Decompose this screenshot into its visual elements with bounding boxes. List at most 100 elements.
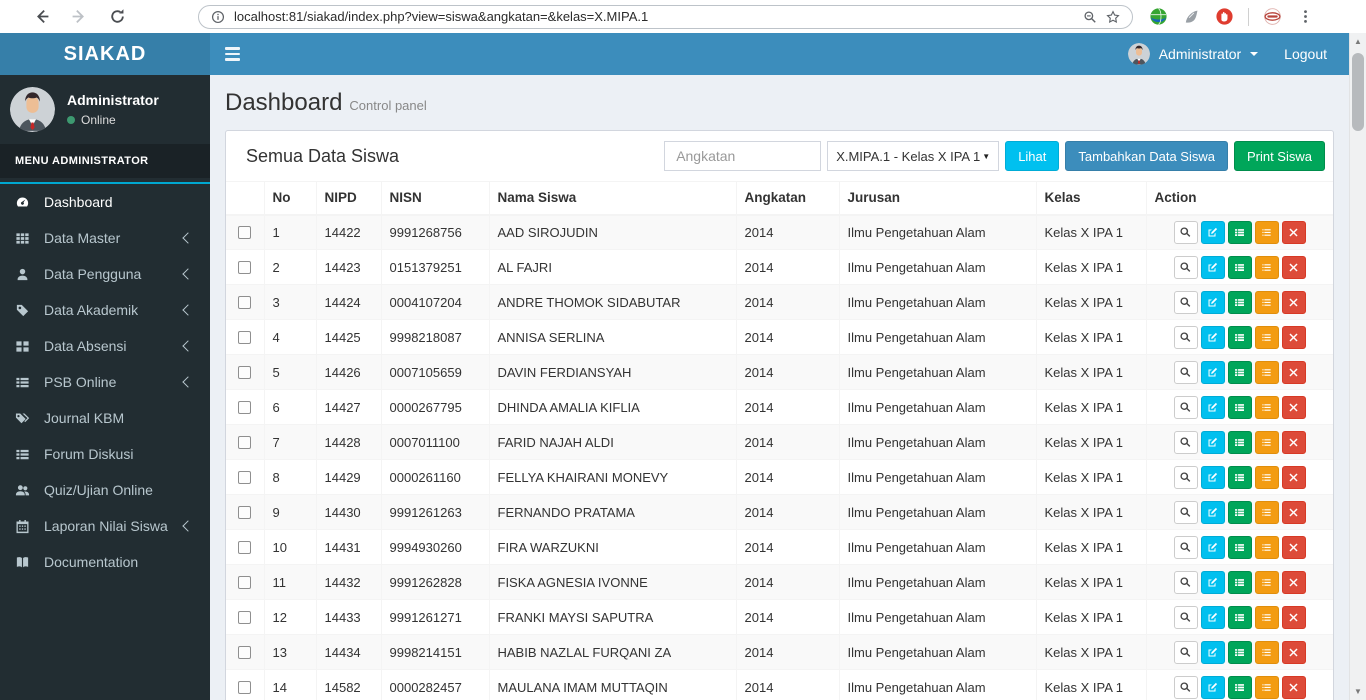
kelas-select[interactable]: X.MIPA.1 - Kelas X IPA 1 ▼ — [827, 141, 1000, 171]
delete-button[interactable] — [1281, 465, 1306, 489]
detail-button[interactable] — [1227, 465, 1252, 489]
report-button[interactable] — [1254, 255, 1279, 279]
delete-button[interactable] — [1281, 325, 1306, 349]
edit-button[interactable] — [1200, 325, 1225, 349]
delete-button[interactable] — [1281, 255, 1306, 279]
window-scrollbar[interactable]: ▲ ▼ — [1349, 33, 1366, 700]
delete-button[interactable] — [1281, 535, 1306, 559]
brand-logo[interactable]: SIAKAD — [0, 33, 210, 75]
report-button[interactable] — [1254, 535, 1279, 559]
delete-button[interactable] — [1281, 570, 1306, 594]
address-bar[interactable]: localhost:81/siakad/index.php?view=siswa… — [198, 4, 1133, 29]
view-button[interactable] — [1173, 395, 1198, 419]
row-checkbox[interactable] — [238, 295, 252, 309]
scrollbar-thumb[interactable] — [1352, 53, 1364, 131]
delete-button[interactable] — [1281, 395, 1306, 419]
row-checkbox[interactable] — [238, 330, 252, 344]
browser-menu-icon[interactable] — [1296, 7, 1315, 26]
delete-button[interactable] — [1281, 290, 1306, 314]
report-button[interactable] — [1254, 500, 1279, 524]
report-button[interactable] — [1254, 570, 1279, 594]
detail-button[interactable] — [1227, 675, 1252, 699]
report-button[interactable] — [1254, 605, 1279, 629]
report-button[interactable] — [1254, 325, 1279, 349]
browser-back-button[interactable] — [22, 3, 60, 31]
view-button[interactable] — [1173, 430, 1198, 454]
delete-button[interactable] — [1281, 430, 1306, 454]
view-button[interactable] — [1173, 290, 1198, 314]
view-button[interactable] — [1173, 465, 1198, 489]
view-button[interactable] — [1173, 325, 1198, 349]
browser-forward-button[interactable] — [60, 3, 98, 31]
scroll-down-icon[interactable]: ▼ — [1350, 683, 1366, 700]
sidebar-item-quiz-ujian-online[interactable]: Quiz/Ujian Online — [0, 472, 210, 508]
row-checkbox[interactable] — [238, 400, 252, 414]
edit-button[interactable] — [1200, 605, 1225, 629]
view-button[interactable] — [1173, 570, 1198, 594]
detail-button[interactable] — [1227, 535, 1252, 559]
user-dropdown[interactable]: Administrator — [1127, 43, 1259, 65]
row-checkbox[interactable] — [238, 680, 252, 694]
row-checkbox[interactable] — [238, 540, 252, 554]
bookmark-star-icon[interactable] — [1106, 9, 1120, 24]
view-button[interactable] — [1173, 255, 1198, 279]
print-siswa-button[interactable]: Print Siswa — [1233, 141, 1325, 171]
delete-button[interactable] — [1281, 640, 1306, 664]
edit-button[interactable] — [1200, 395, 1225, 419]
row-checkbox[interactable] — [238, 645, 252, 659]
sidebar-toggle-icon[interactable] — [210, 33, 254, 75]
lihat-button[interactable]: Lihat — [1005, 141, 1060, 171]
delete-button[interactable] — [1281, 500, 1306, 524]
sidebar-item-data-pengguna[interactable]: Data Pengguna — [0, 256, 210, 292]
sidebar-item-data-master[interactable]: Data Master — [0, 220, 210, 256]
edit-button[interactable] — [1200, 535, 1225, 559]
sidebar-item-dashboard[interactable]: Dashboard — [0, 184, 210, 220]
view-button[interactable] — [1173, 675, 1198, 699]
zoom-out-icon[interactable] — [1083, 10, 1097, 24]
row-checkbox[interactable] — [238, 225, 252, 239]
sidebar-item-documentation[interactable]: Documentation — [0, 544, 210, 580]
edit-button[interactable] — [1200, 465, 1225, 489]
detail-button[interactable] — [1227, 220, 1252, 244]
scroll-up-icon[interactable]: ▲ — [1350, 33, 1366, 50]
browser-refresh-button[interactable] — [98, 3, 136, 31]
detail-button[interactable] — [1227, 430, 1252, 454]
delete-button[interactable] — [1281, 220, 1306, 244]
report-button[interactable] — [1254, 290, 1279, 314]
angkatan-input[interactable] — [664, 141, 822, 171]
row-checkbox[interactable] — [238, 610, 252, 624]
edit-button[interactable] — [1200, 675, 1225, 699]
detail-button[interactable] — [1227, 570, 1252, 594]
tambah-data-siswa-button[interactable]: Tambahkan Data Siswa — [1065, 141, 1228, 171]
row-checkbox[interactable] — [238, 505, 252, 519]
edit-button[interactable] — [1200, 255, 1225, 279]
sidebar-item-data-akademik[interactable]: Data Akademik — [0, 292, 210, 328]
row-checkbox[interactable] — [238, 435, 252, 449]
report-button[interactable] — [1254, 220, 1279, 244]
edit-button[interactable] — [1200, 640, 1225, 664]
idm-extension-icon[interactable] — [1149, 7, 1168, 26]
report-button[interactable] — [1254, 465, 1279, 489]
report-button[interactable] — [1254, 360, 1279, 384]
row-checkbox[interactable] — [238, 575, 252, 589]
view-button[interactable] — [1173, 640, 1198, 664]
adblock-hand-icon[interactable] — [1215, 7, 1234, 26]
report-button[interactable] — [1254, 395, 1279, 419]
sidebar-item-laporan-nilai-siswa[interactable]: Laporan Nilai Siswa — [0, 508, 210, 544]
sidebar-item-psb-online[interactable]: PSB Online — [0, 364, 210, 400]
detail-button[interactable] — [1227, 395, 1252, 419]
sidebar-item-forum-diskusi[interactable]: Forum Diskusi — [0, 436, 210, 472]
view-button[interactable] — [1173, 500, 1198, 524]
badge-extension-icon[interactable] — [1263, 7, 1282, 26]
delete-button[interactable] — [1281, 605, 1306, 629]
report-button[interactable] — [1254, 640, 1279, 664]
detail-button[interactable] — [1227, 500, 1252, 524]
detail-button[interactable] — [1227, 605, 1252, 629]
page-info-icon[interactable] — [211, 10, 225, 24]
sidebar-item-journal-kbm[interactable]: Journal KBM — [0, 400, 210, 436]
detail-button[interactable] — [1227, 290, 1252, 314]
sidebar-item-data-absensi[interactable]: Data Absensi — [0, 328, 210, 364]
view-button[interactable] — [1173, 605, 1198, 629]
report-button[interactable] — [1254, 675, 1279, 699]
row-checkbox[interactable] — [238, 470, 252, 484]
